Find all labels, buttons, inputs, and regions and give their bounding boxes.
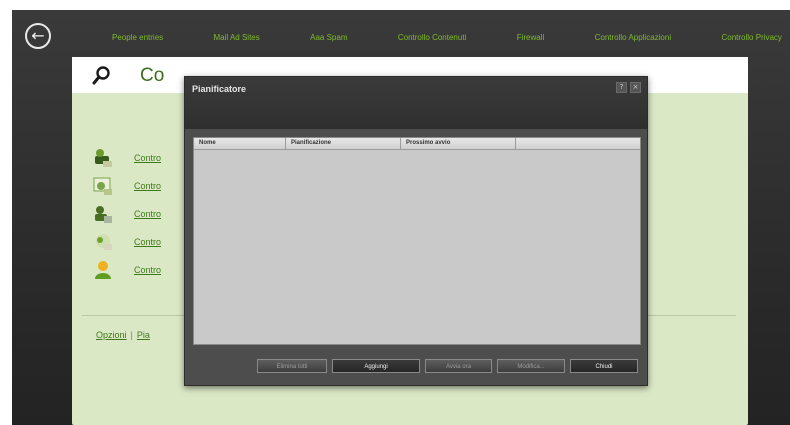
control-item-icon bbox=[93, 177, 112, 195]
nav-controllo-contenuti[interactable]: Controllo Contenuti bbox=[398, 33, 466, 42]
delete-all-button[interactable]: Elimina tutti bbox=[257, 359, 327, 373]
help-icon[interactable]: ? bbox=[616, 82, 627, 93]
control-item-label: Contro bbox=[134, 209, 162, 219]
nav-controllo-privacy[interactable]: Controllo Privacy bbox=[721, 33, 781, 42]
close-icon[interactable]: × bbox=[630, 82, 641, 93]
run-now-button[interactable]: Avvia ora bbox=[425, 359, 492, 373]
dialog-titlebar[interactable]: Pianificatore ? × bbox=[185, 77, 647, 129]
nav-anti-spam[interactable]: Aaa Spam bbox=[310, 33, 347, 42]
control-item-label: Contro bbox=[134, 237, 162, 247]
page-title: Co bbox=[140, 65, 165, 86]
control-item-label: Contro bbox=[134, 153, 162, 163]
edit-button[interactable]: Modifica... bbox=[497, 359, 565, 373]
options-link[interactable]: Opzioni bbox=[96, 330, 127, 340]
add-button[interactable]: Aggiungi bbox=[332, 359, 420, 373]
dialog-controls: ? × bbox=[616, 82, 641, 93]
dialog-title: Pianificatore bbox=[192, 84, 247, 94]
column-header-empty bbox=[516, 138, 633, 149]
nav-mail-ad-sites[interactable]: Mail Ad Sites bbox=[214, 33, 260, 42]
control-item-icon bbox=[95, 206, 112, 223]
control-item-label: Contro bbox=[134, 265, 162, 275]
schedule-table[interactable]: Nome Pianificazione Prossimo avvio bbox=[193, 137, 641, 345]
close-button[interactable]: Chiudi bbox=[570, 359, 638, 373]
scheduler-dialog: Pianificatore ? × Nome Pianificazione Pr… bbox=[184, 76, 648, 386]
control-item-label: Contro bbox=[134, 181, 162, 191]
table-header: Nome Pianificazione Prossimo avvio bbox=[194, 138, 640, 150]
app-window: ← People entries Mail Ad Sites Aaa Spam … bbox=[12, 10, 790, 425]
nav-people-entries[interactable]: People entries bbox=[112, 33, 163, 42]
column-header-schedule[interactable]: Pianificazione bbox=[286, 138, 401, 149]
control-item-icon bbox=[96, 234, 112, 250]
dialog-buttons: Elimina tutti Aggiungi Avvia ora Modific… bbox=[257, 359, 638, 373]
back-arrow-icon[interactable]: ← bbox=[25, 23, 51, 49]
column-header-name[interactable]: Nome bbox=[194, 138, 286, 149]
link-separator: | bbox=[130, 330, 133, 340]
nav-controllo-applicazioni[interactable]: Controllo Applicazioni bbox=[595, 33, 672, 42]
footer-links: Opzioni | Pia bbox=[96, 330, 150, 340]
control-item-icon bbox=[95, 149, 112, 167]
scheduler-link[interactable]: Pia bbox=[137, 330, 150, 340]
search-icon bbox=[92, 66, 110, 85]
column-header-next-run[interactable]: Prossimo avvio bbox=[401, 138, 516, 149]
user-icon bbox=[95, 261, 111, 279]
top-navigation: People entries Mail Ad Sites Aaa Spam Co… bbox=[112, 29, 782, 45]
nav-firewall[interactable]: Firewall bbox=[517, 33, 545, 42]
